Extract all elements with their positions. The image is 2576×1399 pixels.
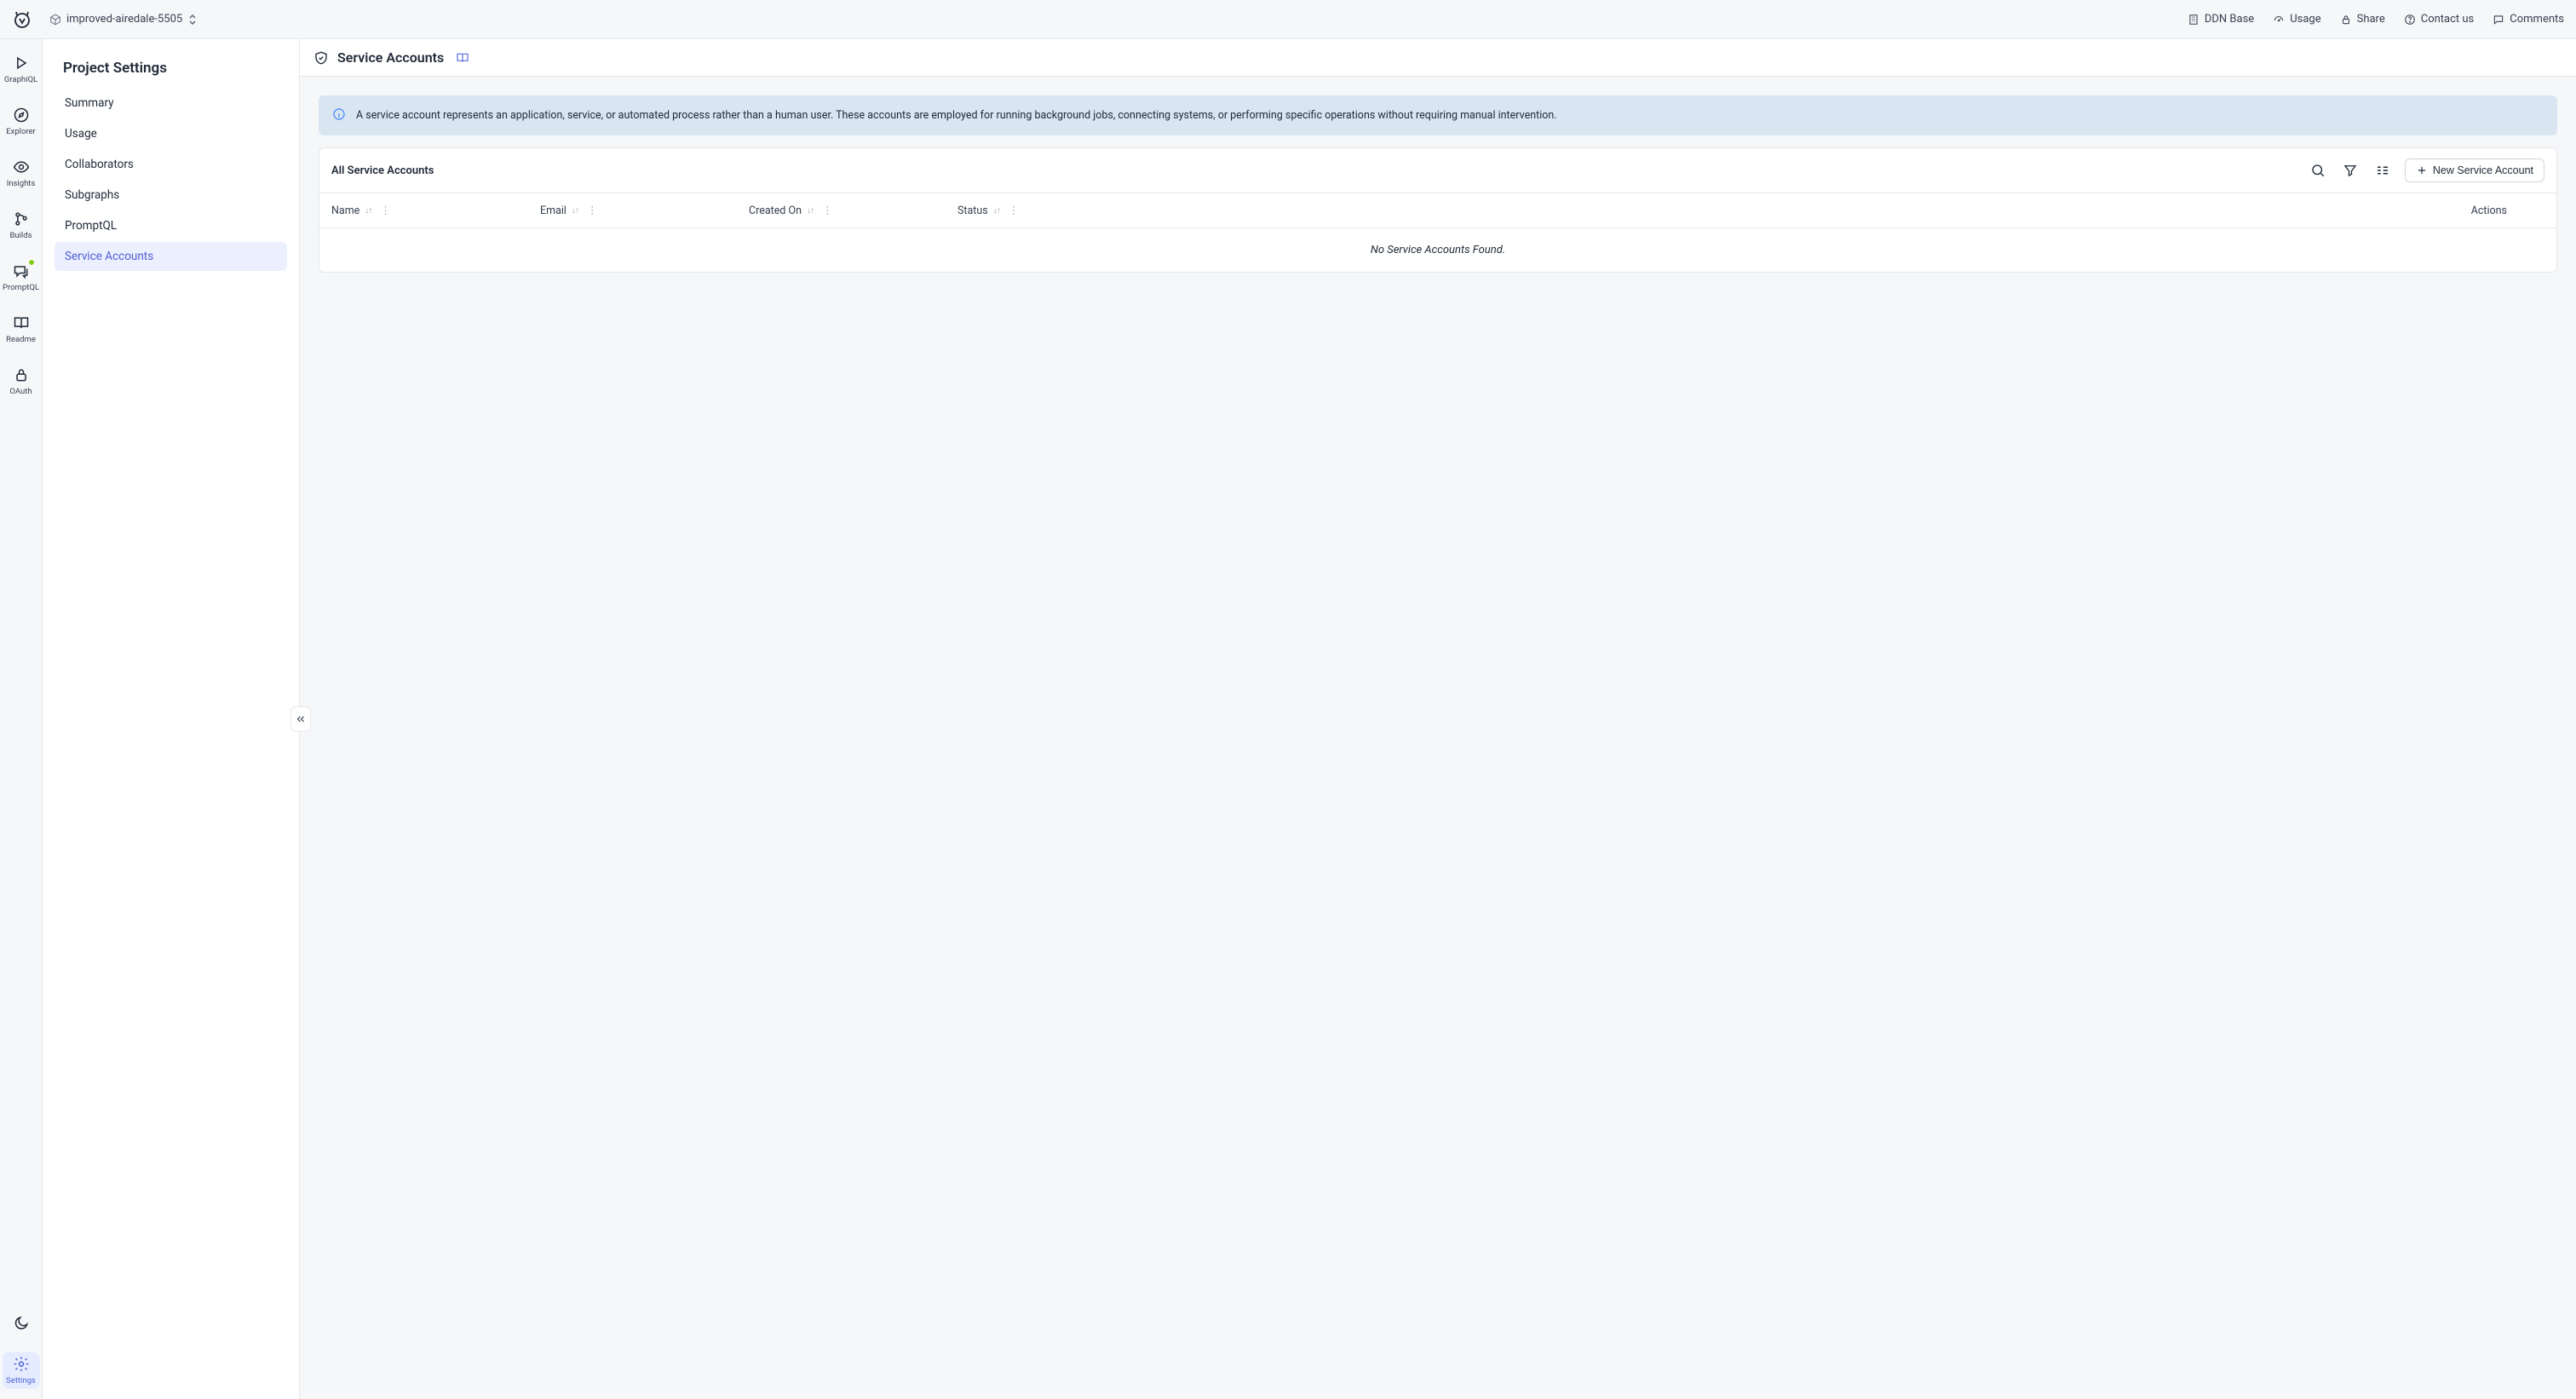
- sidebar-item-label: Insights: [7, 179, 36, 188]
- sidebar-item-builds[interactable]: Builds: [3, 207, 40, 244]
- sort-icon: ↓↑: [993, 206, 1000, 216]
- column-label: Email: [540, 204, 566, 217]
- top-link-share[interactable]: Share: [2340, 13, 2385, 26]
- empty-state: No Service Accounts Found.: [319, 228, 2556, 272]
- column-label: Name: [331, 204, 359, 217]
- chevrons-left-icon: [295, 713, 307, 725]
- sidebar-item-label: OAuth: [9, 387, 32, 396]
- column-menu-icon[interactable]: ⋮: [584, 204, 601, 217]
- column-header-actions: Actions: [2471, 204, 2544, 217]
- theme-toggle[interactable]: [3, 1310, 40, 1337]
- comment-icon: [2493, 14, 2504, 26]
- content-header: Service Accounts: [300, 39, 2576, 77]
- sidebar-item-graphiql[interactable]: GraphiQL: [3, 51, 40, 88]
- column-menu-icon[interactable]: ⋮: [377, 204, 394, 217]
- sidebar-item-settings[interactable]: Settings: [3, 1352, 40, 1389]
- column-header-name[interactable]: Name ↓↑ ⋮: [331, 204, 540, 217]
- new-service-account-button[interactable]: New Service Account: [2405, 158, 2544, 182]
- cube-icon: [49, 14, 61, 26]
- search-icon: [2310, 163, 2326, 178]
- column-label: Created On: [749, 204, 802, 217]
- top-link-comments[interactable]: Comments: [2493, 13, 2564, 26]
- building-icon: [2188, 14, 2199, 26]
- info-text: A service account represents an applicat…: [356, 107, 1557, 124]
- table-header: Name ↓↑ ⋮ Email ↓↑ ⋮ Created On ↓↑ ⋮: [319, 193, 2556, 228]
- search-button[interactable]: [2308, 160, 2328, 181]
- chevron-updown-icon: [187, 14, 198, 26]
- sidebar-item-label: PromptQL: [3, 283, 39, 292]
- hasura-logo[interactable]: [12, 9, 32, 30]
- sidebar-item-insights[interactable]: Insights: [3, 155, 40, 192]
- column-label: Actions: [2471, 204, 2507, 217]
- filter-button[interactable]: [2340, 160, 2360, 181]
- topbar-right: DDN Base Usage Share Contact us Comments: [2188, 13, 2564, 26]
- sidebar-item-label: GraphiQL: [4, 75, 37, 84]
- settings-nav-service-accounts[interactable]: Service Accounts: [55, 242, 287, 271]
- sort-icon: ↓↑: [365, 206, 371, 216]
- help-icon: [2404, 14, 2416, 26]
- page-title: Service Accounts: [337, 49, 444, 66]
- column-label: Status: [957, 204, 988, 217]
- collapse-panel-button[interactable]: [290, 706, 311, 732]
- new-button-label: New Service Account: [2433, 164, 2533, 176]
- column-menu-icon[interactable]: ⋮: [1005, 204, 1023, 217]
- top-link-ddn[interactable]: DDN Base: [2188, 13, 2254, 26]
- sidebar-item-oauth[interactable]: OAuth: [3, 363, 40, 400]
- settings-nav-promptql[interactable]: PromptQL: [55, 211, 287, 240]
- sidebar-item-label: Builds: [9, 231, 32, 240]
- top-link-label: Share: [2357, 13, 2385, 26]
- top-link-contact[interactable]: Contact us: [2404, 13, 2475, 26]
- sidebar-item-label: Explorer: [6, 127, 36, 136]
- column-header-email[interactable]: Email ↓↑ ⋮: [540, 204, 749, 217]
- sidebar-item-promptql[interactable]: PromptQL: [3, 259, 40, 296]
- column-header-status[interactable]: Status ↓↑ ⋮: [957, 204, 1107, 217]
- settings-nav-usage[interactable]: Usage: [55, 119, 287, 148]
- plus-icon: [2416, 164, 2428, 176]
- top-link-label: Comments: [2510, 13, 2564, 26]
- card-header: All Service Accounts New: [319, 148, 2556, 193]
- column-header-created[interactable]: Created On ↓↑ ⋮: [749, 204, 957, 217]
- settings-panel: Project Settings Summary Usage Collabora…: [43, 39, 300, 1399]
- badge-dot: [28, 259, 35, 266]
- columns-button[interactable]: [2372, 160, 2393, 181]
- card-title: All Service Accounts: [331, 164, 434, 177]
- top-link-label: DDN Base: [2205, 13, 2254, 26]
- sort-icon: ↓↑: [807, 206, 814, 216]
- lock-icon: [2340, 14, 2352, 26]
- settings-nav-summary[interactable]: Summary: [55, 89, 287, 118]
- top-link-label: Usage: [2290, 13, 2320, 26]
- topbar: improved-airedale-5505 DDN Base Usage Sh…: [0, 0, 2576, 39]
- sort-icon: ↓↑: [572, 206, 578, 216]
- columns-icon: [2375, 163, 2390, 178]
- settings-nav-collaborators[interactable]: Collaborators: [55, 150, 287, 179]
- top-link-usage[interactable]: Usage: [2273, 13, 2320, 26]
- column-menu-icon[interactable]: ⋮: [819, 204, 837, 217]
- top-link-label: Contact us: [2421, 13, 2475, 26]
- settings-nav-subgraphs[interactable]: Subgraphs: [55, 181, 287, 210]
- sidebar-item-label: Readme: [6, 335, 36, 344]
- gauge-icon: [2273, 14, 2285, 26]
- content: Service Accounts A service account repre…: [300, 39, 2576, 1399]
- sidebar-item-label: Settings: [6, 1376, 36, 1385]
- sidebar-item-explorer[interactable]: Explorer: [3, 103, 40, 140]
- filter-icon: [2343, 163, 2358, 178]
- project-picker[interactable]: improved-airedale-5505: [43, 9, 204, 29]
- sidebar-item-readme[interactable]: Readme: [3, 311, 40, 348]
- shield-check-icon: [313, 50, 329, 66]
- project-name: improved-airedale-5505: [66, 13, 182, 26]
- info-icon: [332, 107, 346, 124]
- docs-link-icon[interactable]: [452, 48, 473, 68]
- icon-sidebar: GraphiQL Explorer Insights Builds Prompt…: [0, 39, 43, 1399]
- service-accounts-card: All Service Accounts New: [319, 147, 2557, 273]
- settings-title: Project Settings: [63, 60, 279, 77]
- info-banner: A service account represents an applicat…: [319, 95, 2557, 135]
- settings-nav: Summary Usage Collaborators Subgraphs Pr…: [55, 89, 287, 271]
